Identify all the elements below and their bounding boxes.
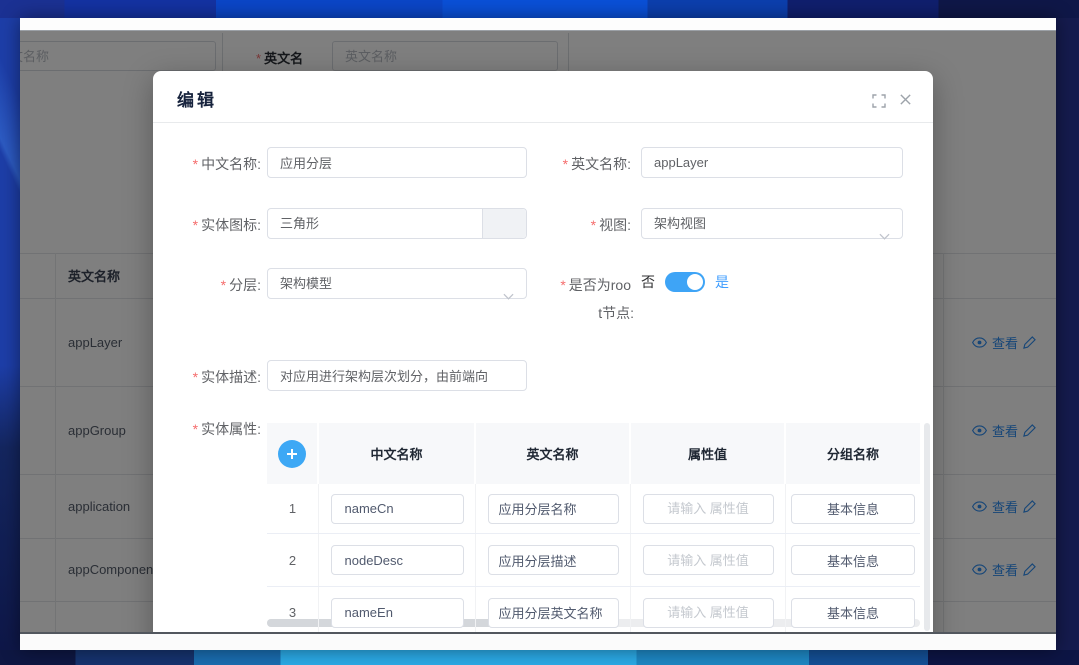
col-header-group-name: 分组名称 bbox=[786, 423, 920, 484]
attr-group-input[interactable] bbox=[791, 545, 915, 575]
switch-off-text: 否 bbox=[641, 272, 655, 292]
close-icon[interactable] bbox=[899, 93, 912, 111]
col-header-cn-name: 中文名称 bbox=[319, 423, 476, 484]
desktop-band-right bbox=[1056, 18, 1079, 650]
attribute-row: 3 bbox=[267, 587, 920, 632]
toggle-knob bbox=[687, 274, 703, 290]
required-asterisk: * bbox=[563, 156, 568, 172]
entity-attrs-label: *实体属性: bbox=[153, 419, 261, 439]
required-asterisk: * bbox=[193, 421, 198, 437]
col-header-attr-value: 属性值 bbox=[631, 423, 786, 484]
chevron-down-icon bbox=[879, 221, 890, 250]
window-chrome-bottom bbox=[20, 632, 1056, 650]
is-root-label-line1: *是否为roo bbox=[515, 275, 631, 295]
vertical-scrollbar-thumb[interactable] bbox=[924, 423, 930, 631]
attr-cn-input[interactable] bbox=[331, 598, 464, 628]
view-select[interactable]: 架构视图 bbox=[641, 208, 903, 239]
add-attribute-button[interactable] bbox=[278, 440, 306, 468]
required-asterisk: * bbox=[221, 277, 226, 293]
attr-en-input[interactable] bbox=[488, 598, 619, 628]
attr-en-input[interactable] bbox=[488, 545, 619, 575]
en-name-input[interactable] bbox=[641, 147, 903, 178]
desktop-band-bottom bbox=[0, 650, 1079, 665]
dialog-title: 编辑 bbox=[177, 86, 217, 111]
attr-cn-input[interactable] bbox=[331, 494, 464, 524]
required-asterisk: * bbox=[193, 156, 198, 172]
chevron-down-icon bbox=[503, 281, 514, 310]
switch-on-text: 是 bbox=[715, 272, 729, 292]
cn-name-input[interactable] bbox=[267, 147, 527, 178]
attr-value-input[interactable] bbox=[643, 598, 774, 628]
layer-label: *分层: bbox=[153, 275, 261, 295]
en-name-label: *英文名称: bbox=[515, 154, 631, 174]
page-viewport: *英文名 英文名称 appLayer 查看 appGroup 查看 bbox=[20, 30, 1056, 632]
attr-value-input[interactable] bbox=[643, 545, 774, 575]
view-label: *视图: bbox=[515, 215, 631, 235]
attr-value-input[interactable] bbox=[643, 494, 774, 524]
desktop-band-top bbox=[0, 0, 1079, 18]
entity-desc-input[interactable] bbox=[267, 360, 527, 391]
fullscreen-icon[interactable] bbox=[872, 94, 886, 113]
attr-group-input[interactable] bbox=[791, 494, 915, 524]
attr-cn-input[interactable] bbox=[331, 545, 464, 575]
attribute-table: 中文名称 英文名称 属性值 分组名称 1 2 bbox=[267, 423, 920, 632]
layer-select[interactable]: 架构模型 bbox=[267, 268, 527, 299]
edit-dialog: 编辑 *中文名称: *英文名称: *实体图标: 三角形 *视图: 架构视图 * bbox=[153, 71, 933, 632]
row-number: 2 bbox=[289, 553, 296, 568]
attribute-row: 1 bbox=[267, 484, 920, 534]
desktop-band-left bbox=[0, 18, 20, 650]
is-root-toggle[interactable] bbox=[665, 272, 705, 292]
dialog-header: 编辑 bbox=[153, 71, 933, 123]
required-asterisk: * bbox=[193, 369, 198, 385]
row-number: 1 bbox=[289, 501, 296, 516]
attr-en-input[interactable] bbox=[488, 494, 619, 524]
attribute-row: 2 bbox=[267, 534, 920, 587]
attr-group-input[interactable] bbox=[791, 598, 915, 628]
required-asterisk: * bbox=[560, 277, 565, 293]
entity-desc-label: *实体描述: bbox=[153, 367, 261, 387]
entity-icon-label: *实体图标: bbox=[153, 215, 261, 235]
entity-icon-input[interactable]: 三角形 bbox=[267, 208, 527, 239]
row-number: 3 bbox=[289, 605, 296, 620]
window-chrome-top bbox=[20, 18, 1056, 30]
is-root-label-line2: t节点: bbox=[515, 303, 634, 323]
required-asterisk: * bbox=[591, 217, 596, 233]
col-header-en-name: 英文名称 bbox=[476, 423, 631, 484]
browser-window: *英文名 英文名称 appLayer 查看 appGroup 查看 bbox=[20, 18, 1056, 650]
attribute-table-header: 中文名称 英文名称 属性值 分组名称 bbox=[267, 423, 920, 484]
cn-name-label: *中文名称: bbox=[153, 154, 261, 174]
required-asterisk: * bbox=[193, 217, 198, 233]
